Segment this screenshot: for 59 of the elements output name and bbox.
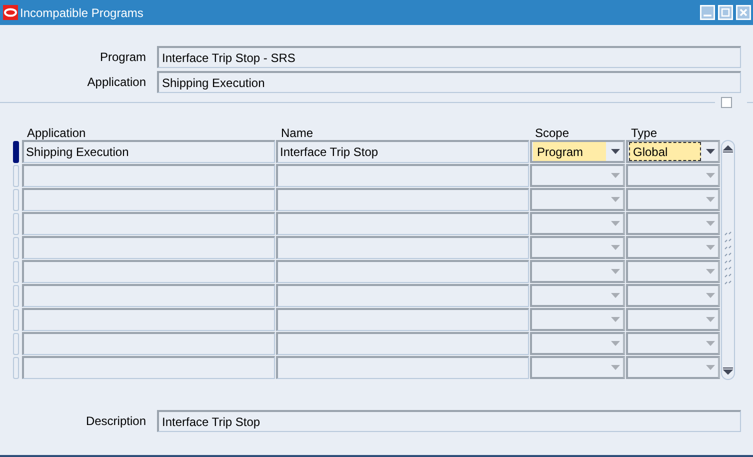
scope-dropdown[interactable]	[530, 212, 625, 235]
window-title: Incompatible Programs	[20, 6, 144, 20]
type-dropdown[interactable]	[626, 212, 720, 235]
app-logo-icon	[3, 5, 18, 20]
close-icon[interactable]	[736, 5, 751, 20]
field-label: Program	[98, 50, 146, 64]
scrollbar[interactable]	[721, 140, 735, 380]
table-cell[interactable]: Interface Trip Stop	[276, 140, 529, 163]
maximize-icon[interactable]	[718, 5, 733, 20]
table-cell[interactable]	[22, 188, 275, 211]
table-cell[interactable]	[276, 236, 529, 259]
text-field[interactable]: Shipping Execution	[157, 71, 741, 93]
table-cell[interactable]	[276, 164, 529, 187]
table-cell[interactable]	[276, 188, 529, 211]
table-cell[interactable]: Shipping Execution	[22, 140, 275, 163]
field-label: Description	[84, 414, 146, 428]
scroll-up-icon[interactable]	[723, 145, 733, 153]
scope-dropdown[interactable]	[530, 164, 625, 187]
column-header: Application	[26, 126, 87, 140]
table-cell[interactable]	[276, 332, 529, 355]
table-cell[interactable]	[22, 308, 275, 331]
scope-dropdown[interactable]	[530, 284, 625, 307]
table-cell[interactable]	[22, 284, 275, 307]
table-cell[interactable]	[276, 356, 529, 379]
table-cell[interactable]	[22, 356, 275, 379]
table-cell[interactable]	[22, 164, 275, 187]
dropdown-arrow-icon[interactable]	[706, 149, 715, 154]
type-dropdown[interactable]: Global	[626, 140, 720, 163]
scroll-down-icon[interactable]	[723, 367, 733, 375]
table-cell[interactable]	[276, 212, 529, 235]
scope-dropdown[interactable]	[530, 260, 625, 283]
column-header: Type	[630, 126, 658, 140]
scope-dropdown[interactable]	[530, 236, 625, 259]
text-field[interactable]: Interface Trip Stop - SRS	[157, 46, 741, 68]
table-cell[interactable]	[276, 284, 529, 307]
table-cell[interactable]	[22, 260, 275, 283]
text-field[interactable]: Interface Trip Stop	[157, 410, 741, 432]
type-dropdown[interactable]	[626, 188, 720, 211]
type-dropdown[interactable]	[626, 284, 720, 307]
type-dropdown[interactable]	[626, 332, 720, 355]
scope-dropdown[interactable]	[530, 308, 625, 331]
type-dropdown[interactable]	[626, 308, 720, 331]
column-header: Scope	[534, 126, 570, 140]
scope-dropdown[interactable]	[530, 356, 625, 379]
checkbox[interactable]	[721, 96, 732, 108]
dropdown-arrow-icon[interactable]	[611, 149, 620, 154]
table-cell[interactable]	[22, 332, 275, 355]
field-label: Application	[86, 75, 146, 89]
type-dropdown[interactable]	[626, 164, 720, 187]
scope-dropdown[interactable]	[530, 188, 625, 211]
scope-dropdown[interactable]	[530, 332, 625, 355]
row-indicator[interactable]	[13, 141, 19, 163]
scope-dropdown[interactable]: Program	[530, 140, 625, 163]
table-cell[interactable]	[276, 260, 529, 283]
table-cell[interactable]	[276, 308, 529, 331]
column-header: Name	[280, 126, 314, 140]
table-cell[interactable]	[22, 236, 275, 259]
minimize-icon[interactable]	[700, 5, 715, 20]
table-cell[interactable]	[22, 212, 275, 235]
